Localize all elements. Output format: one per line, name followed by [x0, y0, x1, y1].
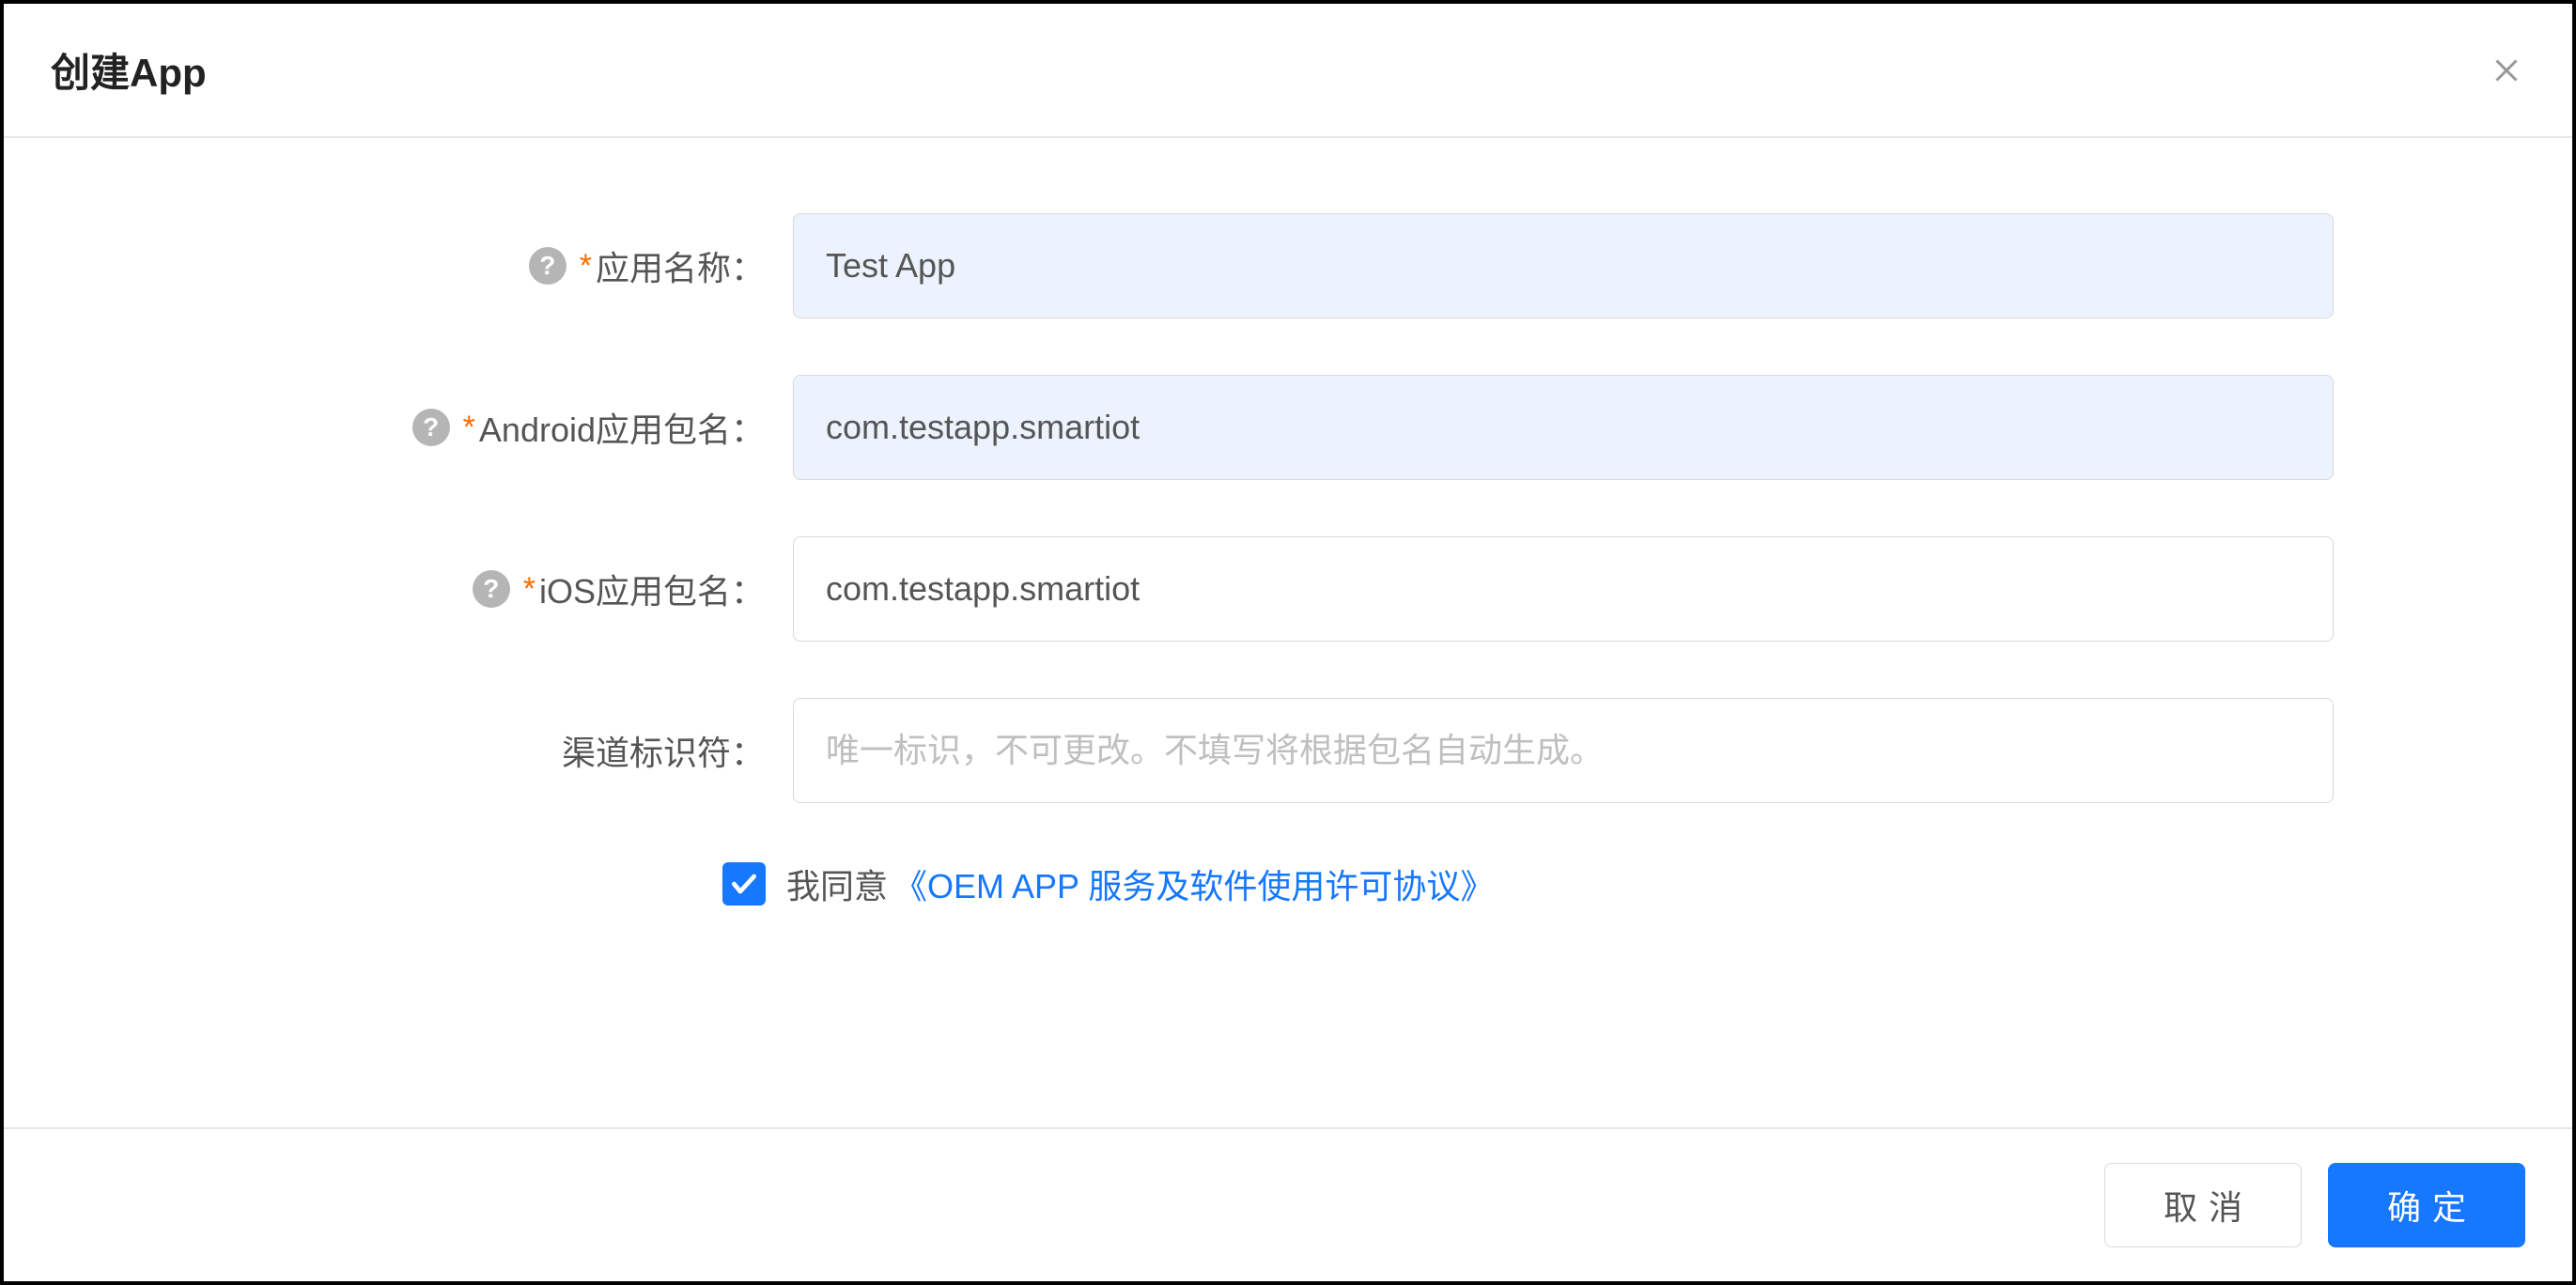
label-col: ? * Android应用包名： [51, 403, 793, 452]
create-app-modal: 创建App ? * 应用名称： ? * Android应用包名： [4, 4, 2572, 1281]
label-col: 渠道标识符： [51, 726, 793, 775]
agreement-link[interactable]: 《OEM APP 服务及软件使用许可协议》 [893, 859, 1494, 908]
app-name-input[interactable] [793, 213, 2334, 318]
input-col [793, 536, 2334, 642]
channel-id-input[interactable] [793, 698, 2334, 803]
modal-title: 创建App [51, 41, 207, 99]
ios-package-input[interactable] [793, 536, 2334, 642]
app-name-label: 应用名称： [596, 241, 765, 290]
required-mark: * [523, 571, 535, 608]
agreement-checkbox[interactable] [722, 862, 766, 906]
form-row-channel-id: 渠道标识符： [51, 698, 2525, 803]
required-mark: * [580, 248, 592, 285]
input-col [793, 375, 2334, 480]
form-row-app-name: ? * 应用名称： [51, 213, 2525, 318]
help-icon[interactable]: ? [529, 247, 566, 285]
channel-id-label: 渠道标识符： [562, 726, 765, 775]
agreement-prefix: 我同意 [786, 859, 888, 908]
cancel-button[interactable]: 取消 [2104, 1163, 2302, 1247]
confirm-button[interactable]: 确定 [2328, 1163, 2525, 1247]
input-col [793, 213, 2334, 318]
input-col [793, 698, 2334, 803]
required-mark: * [463, 410, 475, 446]
label-col: ? * 应用名称： [51, 241, 793, 290]
label-col: ? * iOS应用包名： [51, 565, 793, 613]
ios-package-label: iOS应用包名： [539, 565, 765, 613]
close-icon[interactable] [2488, 52, 2525, 89]
modal-body: ? * 应用名称： ? * Android应用包名： ? * iOS应用包名： [4, 138, 2572, 1127]
modal-footer: 取消 确定 [4, 1127, 2572, 1281]
modal-header: 创建App [4, 4, 2572, 138]
form-row-ios-package: ? * iOS应用包名： [51, 536, 2525, 642]
android-package-input[interactable] [793, 375, 2334, 480]
android-package-label: Android应用包名： [479, 403, 765, 452]
agreement-row: 我同意 《OEM APP 服务及软件使用许可协议》 [51, 859, 2525, 908]
help-icon[interactable]: ? [473, 570, 510, 608]
help-icon[interactable]: ? [412, 409, 450, 446]
form-row-android-package: ? * Android应用包名： [51, 375, 2525, 480]
